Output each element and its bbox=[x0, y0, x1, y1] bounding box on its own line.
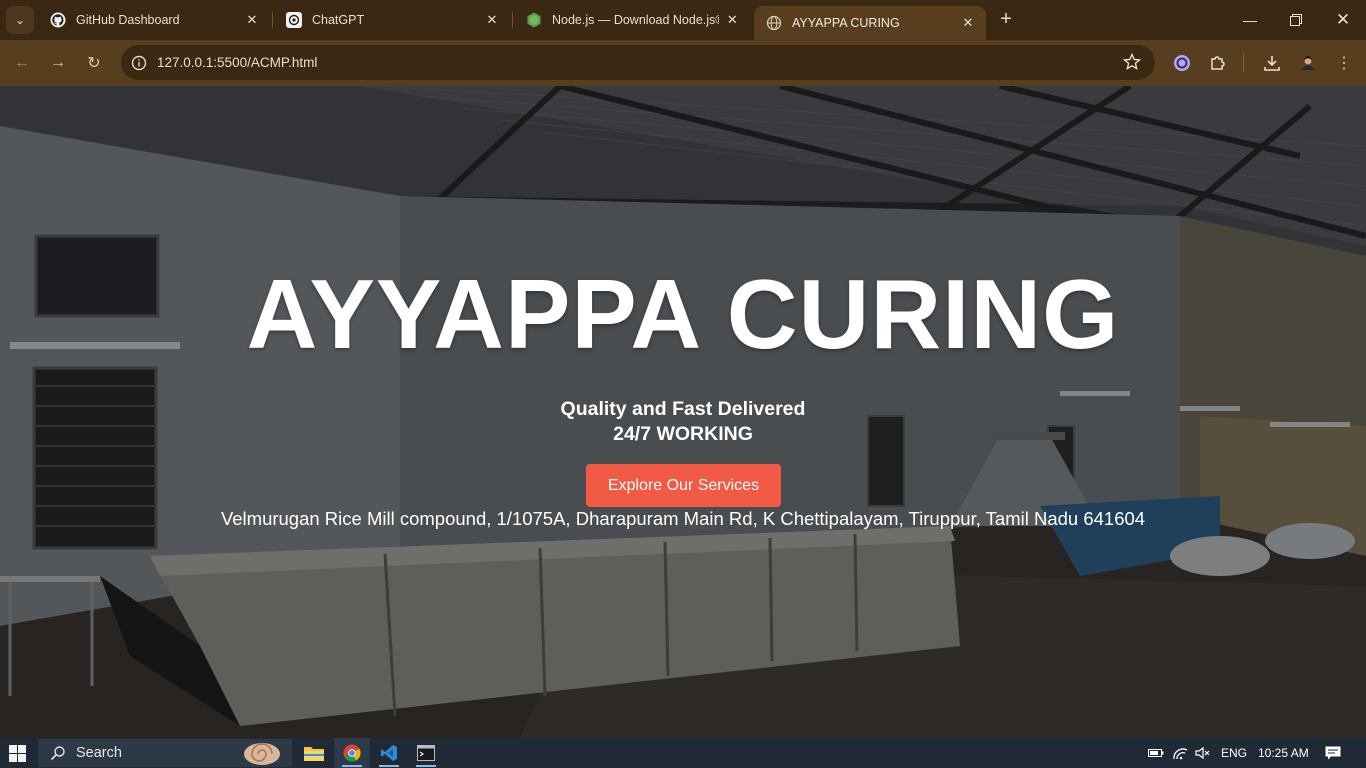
browser-toolbar: ← → ↻ 127.0.0.1:5500/ACMP.html ⋮ bbox=[0, 40, 1366, 86]
tab-title: Node.js — Download Node.js® bbox=[552, 13, 719, 27]
minimize-button[interactable]: — bbox=[1238, 8, 1262, 32]
chatgpt-icon bbox=[286, 12, 302, 28]
kebab-menu-icon: ⋮ bbox=[1336, 55, 1352, 72]
company-address: Velmurugan Rice Mill compound, 1/1075A, … bbox=[220, 508, 1146, 529]
info-icon bbox=[131, 55, 147, 70]
tab-divider bbox=[272, 12, 273, 28]
address-bar[interactable]: 127.0.0.1:5500/ACMP.html bbox=[121, 45, 1155, 80]
tab-title: ChatGPT bbox=[312, 13, 365, 27]
taskbar-file-explorer[interactable] bbox=[296, 738, 332, 768]
hero-section: AYYAPPA CURING Quality and Fast Delivere… bbox=[0, 86, 1366, 738]
puzzle-icon[interactable] bbox=[1208, 53, 1228, 73]
notification-icon[interactable] bbox=[1325, 746, 1341, 760]
new-tab-button[interactable]: + bbox=[994, 8, 1018, 32]
windows-taskbar: Search ENG 10:25 AM bbox=[0, 738, 1366, 768]
taskbar-terminal[interactable] bbox=[408, 738, 444, 768]
vscode-icon bbox=[381, 745, 397, 761]
globe-icon bbox=[766, 15, 782, 31]
tab-strip: ⌄ GitHub Dashboard ✕ ChatGPT ✕ Node.js —… bbox=[0, 0, 1366, 40]
battery-icon[interactable] bbox=[1148, 746, 1164, 760]
wifi-icon[interactable] bbox=[1172, 746, 1188, 760]
close-icon: ✕ bbox=[1335, 10, 1351, 29]
close-icon[interactable]: ✕ bbox=[484, 12, 500, 28]
nodejs-icon bbox=[527, 12, 541, 28]
tab-divider bbox=[512, 12, 513, 28]
extension-circle-icon[interactable] bbox=[1172, 53, 1192, 73]
taskbar-vscode[interactable] bbox=[371, 738, 407, 768]
tab-github-dashboard[interactable]: GitHub Dashboard ✕ bbox=[38, 6, 270, 34]
taskbar-chrome[interactable] bbox=[334, 738, 370, 768]
chevron-down-icon: ⌄ bbox=[14, 13, 26, 27]
url-text: 127.0.0.1:5500/ACMP.html bbox=[157, 55, 318, 70]
arrow-right-icon: → bbox=[50, 54, 66, 71]
explore-services-button[interactable]: Explore Our Services bbox=[586, 464, 781, 507]
star-icon[interactable] bbox=[1123, 53, 1141, 71]
tagline: Quality and Fast Delivered bbox=[560, 398, 806, 420]
search-placeholder: Search bbox=[76, 745, 122, 761]
clock[interactable]: 10:25 AM bbox=[1258, 746, 1309, 760]
restore-button[interactable] bbox=[1284, 8, 1308, 32]
reload-icon: ↻ bbox=[87, 55, 101, 72]
tab-chatgpt[interactable]: ChatGPT ✕ bbox=[274, 6, 510, 34]
chrome-icon bbox=[343, 744, 361, 762]
toolbar-divider bbox=[1243, 53, 1244, 73]
search-icon bbox=[50, 746, 65, 761]
plus-icon: + bbox=[1000, 8, 1012, 30]
tab-ayyappa-curing[interactable]: AYYAPPA CURING ✕ bbox=[754, 6, 986, 40]
close-window-button[interactable]: ✕ bbox=[1331, 8, 1355, 32]
arrow-left-icon: ← bbox=[14, 54, 30, 71]
folder-icon bbox=[304, 747, 324, 761]
terminal-icon bbox=[417, 745, 435, 761]
taskbar-search-box[interactable]: Search bbox=[38, 739, 292, 767]
avatar[interactable] bbox=[1298, 53, 1318, 73]
menu-button[interactable]: ⋮ bbox=[1330, 49, 1358, 77]
working-hours: 24/7 WORKING bbox=[613, 423, 753, 445]
back-button[interactable]: ← bbox=[8, 49, 36, 77]
github-icon bbox=[50, 12, 66, 28]
tab-search-button[interactable]: ⌄ bbox=[6, 6, 34, 34]
page-viewport: AYYAPPA CURING Quality and Fast Delivere… bbox=[0, 86, 1366, 738]
tab-nodejs[interactable]: Node.js — Download Node.js® ✕ bbox=[514, 6, 750, 34]
minimize-icon: — bbox=[1243, 12, 1257, 28]
close-icon[interactable]: ✕ bbox=[960, 15, 976, 31]
speaker-muted-icon[interactable] bbox=[1195, 746, 1211, 760]
reload-button[interactable]: ↻ bbox=[80, 49, 108, 77]
close-icon[interactable]: ✕ bbox=[244, 12, 260, 28]
language-indicator[interactable]: ENG bbox=[1221, 746, 1247, 760]
forward-button[interactable]: → bbox=[44, 49, 72, 77]
tab-title: GitHub Dashboard bbox=[76, 13, 180, 27]
windows-start-icon[interactable] bbox=[9, 745, 26, 762]
nautilus-shell-icon bbox=[244, 743, 280, 765]
download-icon[interactable] bbox=[1262, 53, 1282, 73]
page-title: AYYAPPA CURING bbox=[246, 259, 1120, 369]
tab-title: AYYAPPA CURING bbox=[792, 16, 900, 30]
restore-icon bbox=[1290, 14, 1302, 26]
close-icon[interactable]: ✕ bbox=[725, 12, 740, 28]
